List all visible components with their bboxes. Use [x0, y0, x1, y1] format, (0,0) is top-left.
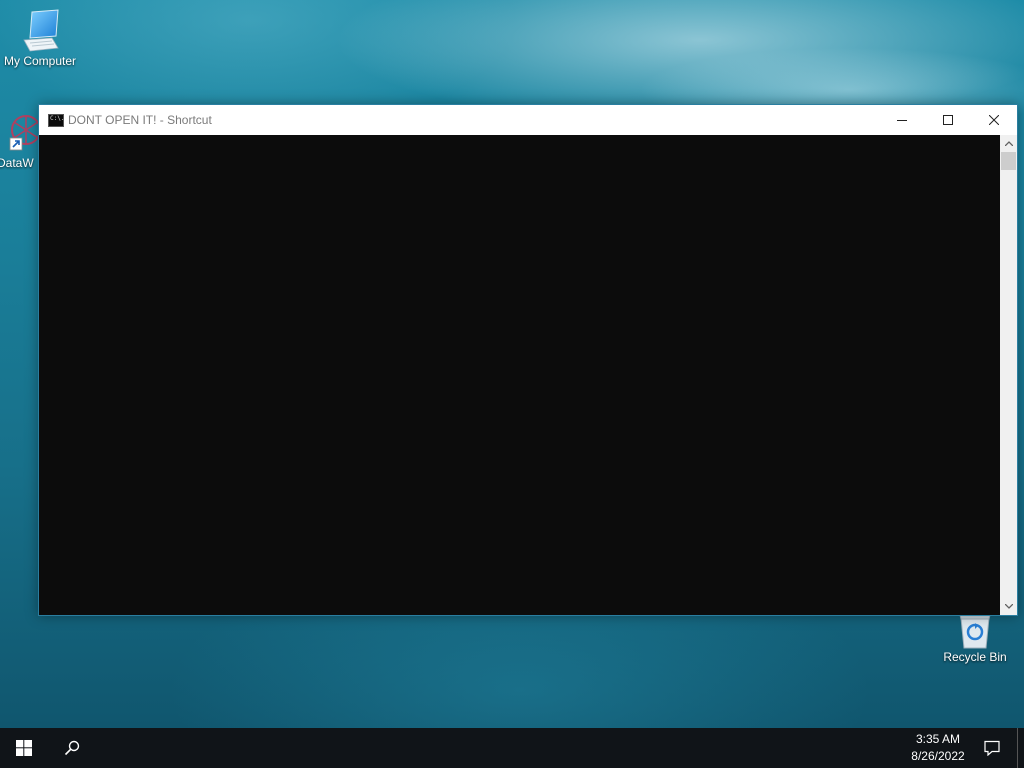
- recycle-bin-icon: [959, 614, 991, 649]
- maximize-icon: [943, 115, 953, 125]
- show-desktop-button[interactable]: [1017, 728, 1024, 768]
- title-bar[interactable]: C:\. DONT OPEN IT! - Shortcut: [39, 105, 1017, 135]
- cmd-icon: C:\.: [48, 114, 64, 127]
- desktop-icon-dataw[interactable]: DataW: [0, 108, 40, 170]
- scroll-up-button[interactable]: [1000, 135, 1017, 152]
- notification-center-button[interactable]: [976, 728, 1008, 768]
- minimize-icon: [897, 120, 907, 121]
- vertical-scrollbar[interactable]: [1000, 135, 1017, 615]
- windows-logo-icon: [16, 740, 32, 756]
- console-window[interactable]: C:\. DONT OPEN IT! - Shortcut: [38, 104, 1018, 616]
- maximize-button[interactable]: [925, 105, 971, 135]
- chevron-down-icon: [1004, 604, 1013, 609]
- clock-date: 8/26/2022: [911, 749, 965, 763]
- system-clock[interactable]: 3:35 AM 8/26/2022: [900, 731, 976, 765]
- search-button[interactable]: [48, 728, 96, 768]
- desktop-icon-label: My Computer: [3, 54, 77, 68]
- minimize-button[interactable]: [879, 105, 925, 135]
- scroll-thumb[interactable]: [1001, 152, 1016, 170]
- scroll-down-button[interactable]: [1000, 598, 1017, 615]
- console-output-area[interactable]: [39, 135, 1000, 615]
- desktop-icon-recycle-bin[interactable]: Recycle Bin: [935, 610, 1015, 664]
- start-button[interactable]: [0, 728, 48, 768]
- search-icon: [64, 740, 80, 756]
- desktop-icon-label: Recycle Bin: [943, 650, 1007, 664]
- desktop-icon-label: DataW: [0, 156, 34, 170]
- chevron-up-icon: [1004, 141, 1013, 146]
- desktop: My Computer DataW Recycle Bin C:\. DONT …: [0, 0, 1024, 728]
- computer-icon: [23, 9, 59, 52]
- cmd-icon-text: C:\.: [50, 115, 65, 122]
- close-icon: [989, 115, 999, 125]
- close-button[interactable]: [971, 105, 1017, 135]
- window-title: DONT OPEN IT! - Shortcut: [68, 113, 212, 127]
- desktop-icon-my-computer[interactable]: My Computer: [0, 8, 80, 68]
- clock-time: 3:35 AM: [915, 732, 961, 746]
- network-shortcut-icon: [9, 115, 40, 151]
- notification-icon: [984, 740, 1000, 756]
- taskbar: 3:35 AM 8/26/2022: [0, 728, 1024, 768]
